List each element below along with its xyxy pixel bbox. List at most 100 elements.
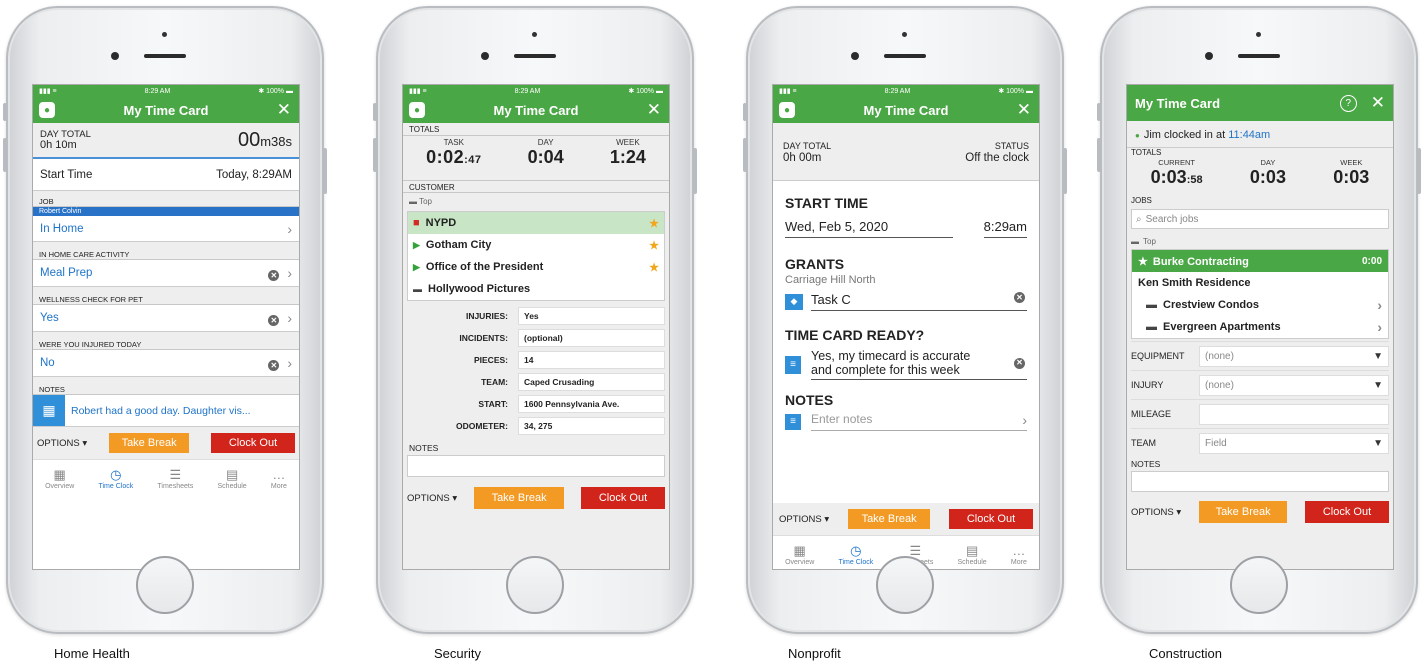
list-item[interactable]: ■ NYPD ★ xyxy=(408,212,664,234)
start-date-field[interactable]: Wed, Feb 5, 2020 xyxy=(785,219,953,238)
team-select[interactable]: Field ▼ xyxy=(1199,432,1389,454)
options-menu[interactable]: OPTIONS ▾ xyxy=(1131,507,1181,518)
list-item[interactable]: ▬ Hollywood Pictures xyxy=(408,278,664,300)
home-button[interactable] xyxy=(1230,556,1288,614)
pieces-field[interactable]: 14 xyxy=(518,351,665,369)
tab-bar: ▦Overview ◷Time Clock ☰Timesheets ▤Sched… xyxy=(33,459,299,493)
tab-overview[interactable]: ▦ Overview xyxy=(45,468,74,491)
take-break-button[interactable]: Take Break xyxy=(1199,501,1288,523)
chevron-right-icon: › xyxy=(287,220,292,237)
tab-overview[interactable]: ▦ Overview xyxy=(785,544,814,567)
start-time-row[interactable]: Start Time Today, 8:29AM xyxy=(33,159,299,191)
close-icon[interactable]: ✕ xyxy=(1371,93,1385,113)
clock-out-button[interactable]: Clock Out xyxy=(1304,501,1389,523)
notes-field[interactable]: ≡ Enter notes › xyxy=(785,412,1027,431)
tab-schedule[interactable]: ▤ Schedule xyxy=(958,544,987,567)
star-icon[interactable]: ★ xyxy=(649,239,659,252)
injured-select[interactable]: No ✕ › xyxy=(33,350,299,377)
notes-field[interactable]: ▦ Robert had a good day. Daughter vis... xyxy=(33,395,299,427)
close-icon[interactable]: ✕ xyxy=(1017,100,1031,120)
take-break-button[interactable]: Take Break xyxy=(848,509,931,529)
tab-time-clock[interactable]: ◷ Time Clock xyxy=(838,544,873,567)
close-icon[interactable]: ✕ xyxy=(277,100,291,120)
options-menu[interactable]: OPTIONS ▾ xyxy=(779,514,829,525)
clear-icon[interactable]: ✕ xyxy=(268,315,280,326)
job-client-chip: Robert Colvin xyxy=(33,207,299,216)
grants-heading: GRANTS xyxy=(785,256,845,272)
clock-out-button[interactable]: Clock Out xyxy=(210,433,295,453)
tab-time-clock[interactable]: ◷ Time Clock xyxy=(98,468,133,491)
start-time-field[interactable]: 8:29am xyxy=(983,219,1027,238)
app-screen: ▮▮▮ ≡ 8:29 AM ✱ 100% ▬ ● My Time Card ✕ DAY … xyxy=(32,84,300,570)
incidents-field[interactable]: (optional) xyxy=(518,329,665,347)
job-select[interactable]: In Home › xyxy=(33,216,299,242)
options-menu[interactable]: OPTIONS ▾ xyxy=(407,493,457,504)
take-break-button[interactable]: Take Break xyxy=(474,487,565,509)
breadcrumb[interactable]: ▬ Top xyxy=(403,193,669,211)
equipment-select[interactable]: (none) ▼ xyxy=(1199,345,1389,367)
clear-icon[interactable]: ✕ xyxy=(268,360,280,371)
injuries-field[interactable]: Yes xyxy=(518,307,665,325)
mileage-input[interactable] xyxy=(1199,403,1389,425)
tab-more[interactable]: … More xyxy=(271,468,287,491)
close-icon[interactable]: ✕ xyxy=(647,100,661,120)
jobs-label: JOBS xyxy=(1131,196,1152,205)
task-field[interactable]: ◆ Task C ✕ xyxy=(785,292,1027,311)
help-icon[interactable]: ? xyxy=(1339,94,1357,112)
start-field[interactable]: 1600 Pennsylvania Ave. xyxy=(518,395,665,413)
caption-construction: Construction xyxy=(1149,646,1222,661)
take-break-button[interactable]: Take Break xyxy=(109,433,190,453)
play-icon: ▶ xyxy=(413,240,420,250)
clock-out-button[interactable]: Clock Out xyxy=(580,487,665,509)
clear-icon[interactable]: ✕ xyxy=(1014,292,1025,303)
clock-out-button[interactable]: Clock Out xyxy=(948,509,1033,529)
folder-icon: ▬ xyxy=(1146,299,1157,311)
clock-in-time[interactable]: 11:44am xyxy=(1228,129,1270,141)
tag-icon: ◆ xyxy=(785,293,803,310)
timesheets-icon: ☰ xyxy=(169,467,182,482)
star-icon[interactable]: ★ xyxy=(649,217,659,230)
list-item[interactable]: ▶ Office of the President ★ xyxy=(408,256,664,278)
user-icon[interactable]: ● xyxy=(779,102,795,118)
clear-icon[interactable]: ✕ xyxy=(268,270,280,281)
tab-schedule[interactable]: ▤ Schedule xyxy=(218,468,247,491)
sensor xyxy=(1205,52,1213,60)
stop-icon: ■ xyxy=(413,217,420,229)
pet-check-select[interactable]: Yes ✕ › xyxy=(33,305,299,332)
search-input[interactable]: ⌕ Search jobs xyxy=(1131,209,1389,229)
odometer-field[interactable]: 34, 275 xyxy=(518,417,665,435)
options-menu[interactable]: OPTIONS ▾ xyxy=(37,438,87,449)
sensor xyxy=(851,52,859,60)
title-bar: ● My Time Card ✕ xyxy=(773,97,1039,123)
list-item[interactable]: ▬ Evergreen Apartments › xyxy=(1132,316,1388,338)
elapsed-clock: 00m38s xyxy=(237,128,292,151)
notes-input[interactable] xyxy=(407,455,665,477)
ready-field[interactable]: ≡ Yes, my timecard is accurate and comple… xyxy=(785,349,1027,380)
clear-icon[interactable]: ✕ xyxy=(1014,357,1025,369)
dropdown-icon: ▼ xyxy=(1373,350,1383,362)
list-item[interactable]: ▬ Crestview Condos › xyxy=(1132,294,1388,316)
home-button[interactable] xyxy=(876,556,934,614)
list-item[interactable]: ★ Burke Contracting 0:00 xyxy=(1132,250,1388,272)
breadcrumb[interactable]: ▬ Top xyxy=(1127,233,1393,249)
play-icon: ▶ xyxy=(413,262,420,272)
star-icon[interactable]: ★ xyxy=(649,261,659,274)
signal-icon: ▮▮▮ ≡ xyxy=(39,88,57,95)
user-icon[interactable]: ● xyxy=(39,102,55,118)
list-item[interactable]: Ken Smith Residence xyxy=(1132,272,1388,294)
home-button[interactable] xyxy=(136,556,194,614)
user-icon[interactable]: ● xyxy=(409,102,425,118)
tab-timesheets[interactable]: ☰Timesheets xyxy=(157,467,193,491)
list-item[interactable]: ▶ Gotham City ★ xyxy=(408,234,664,256)
injury-select[interactable]: (none) ▼ xyxy=(1199,374,1389,396)
page-title: My Time Card xyxy=(123,102,209,118)
notes-input[interactable] xyxy=(1131,471,1389,492)
tab-more[interactable]: … More xyxy=(1011,544,1027,567)
task-total: 0:02 xyxy=(426,147,465,167)
earpiece-speaker xyxy=(144,54,186,58)
front-camera xyxy=(532,32,537,37)
activity-select[interactable]: Meal Prep ✕ › xyxy=(33,260,299,287)
title-bar: My Time Card ? ✕ xyxy=(1127,85,1393,121)
home-button[interactable] xyxy=(506,556,564,614)
team-field[interactable]: Caped Crusading xyxy=(518,373,665,391)
